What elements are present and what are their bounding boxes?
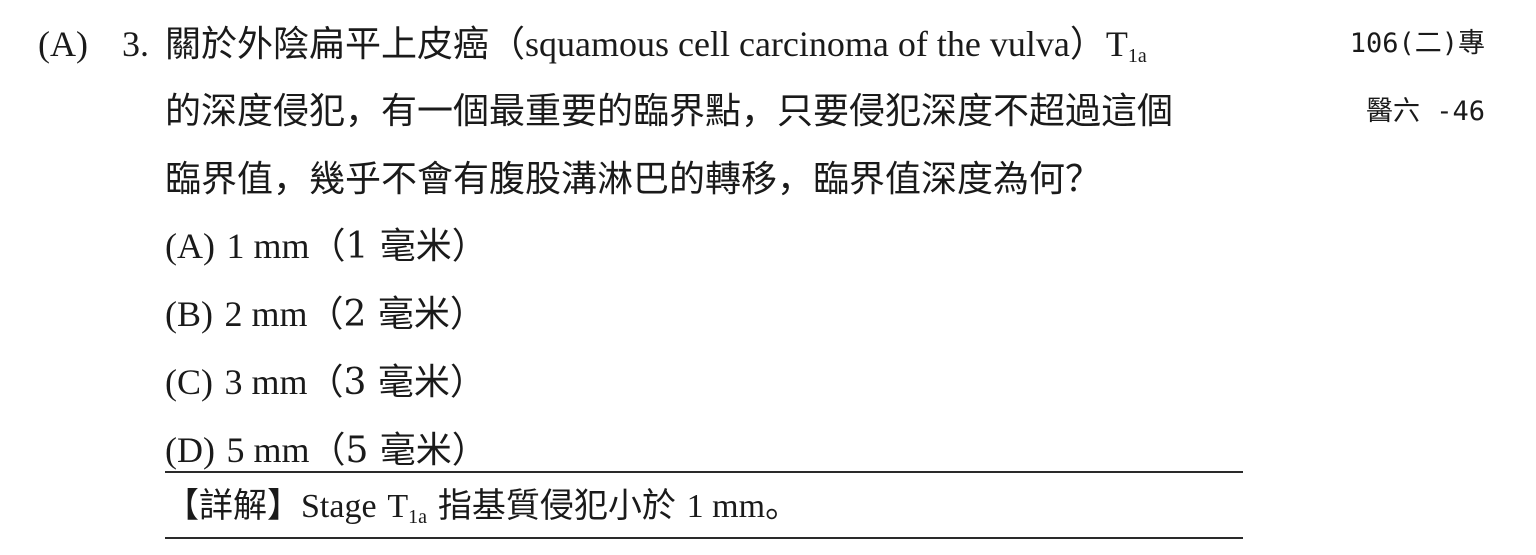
option-b: (B) 2 mm（2 毫米）: [165, 290, 488, 358]
exam-question-page: (A) 3. 關於外陰扁平上皮癌（squamous cell carcinoma…: [0, 0, 1536, 555]
stage-label: T1a: [1105, 24, 1147, 67]
divider-bottom: [165, 537, 1243, 539]
explanation-text: 指基質侵犯小於: [437, 486, 676, 526]
question-number: 3.: [122, 24, 149, 64]
option-value: 1 mm: [226, 226, 310, 266]
question-stem: 關於外陰扁平上皮癌（squamous cell carcinoma of the…: [165, 20, 1265, 224]
option-letter: (D): [165, 430, 215, 470]
stage-letter: T: [387, 488, 409, 525]
explanation-value: 1 mm: [686, 488, 766, 525]
option-note: （5 毫米）: [309, 430, 488, 471]
explanation-end: 。: [765, 486, 800, 526]
exam-source-year: 106(二)專: [1349, 28, 1485, 59]
option-note: （2 毫米）: [307, 294, 486, 335]
stage-subscript: 1a: [408, 506, 428, 528]
question-stem-line-3: 臨界值，幾乎不會有腹股溝淋巴的轉移，臨界值深度為何？: [165, 159, 1102, 200]
option-note: （1 毫米）: [309, 226, 488, 267]
explanation-stage: Stage: [301, 488, 377, 525]
answer-key: (A): [38, 24, 88, 64]
option-note: （3 毫米）: [307, 362, 486, 403]
option-c: (C) 3 mm（3 毫米）: [165, 358, 488, 426]
question-text: 關於外陰扁平上皮癌（: [165, 24, 526, 65]
question-english-term: squamous cell carcinoma of the vulva: [525, 24, 1070, 64]
option-letter: (B): [165, 294, 213, 334]
stage-subscript: 1a: [1127, 45, 1147, 67]
option-value: 2 mm: [224, 294, 308, 334]
stage-letter: T: [1105, 24, 1128, 64]
option-value: 5 mm: [226, 430, 310, 470]
option-value: 3 mm: [224, 362, 308, 402]
question-stem-line-1: 關於外陰扁平上皮癌（squamous cell carcinoma of the…: [165, 20, 1265, 88]
option-a: (A) 1 mm（1 毫米）: [165, 222, 488, 290]
explanation-label: 【詳解】: [165, 486, 301, 526]
question-stem-line-2: 的深度侵犯，有一個最重要的臨界點，只要侵犯深度不超過這個: [165, 91, 1174, 132]
exam-source: 106(二)專 醫六 -46: [1315, 20, 1485, 156]
option-letter: (A): [165, 226, 215, 266]
question-text: ）: [1069, 24, 1106, 65]
option-letter: (C): [165, 362, 213, 402]
answer-options: (A) 1 mm（1 毫米） (B) 2 mm（2 毫米） (C) 3 mm（3…: [165, 222, 488, 494]
explanation: 【詳解】Stage T1a 指基質侵犯小於 1 mm。: [165, 482, 799, 541]
exam-source-code: 醫六 -46: [1365, 96, 1485, 127]
divider-top: [165, 471, 1243, 473]
explanation-stage-label: T1a: [387, 488, 428, 528]
